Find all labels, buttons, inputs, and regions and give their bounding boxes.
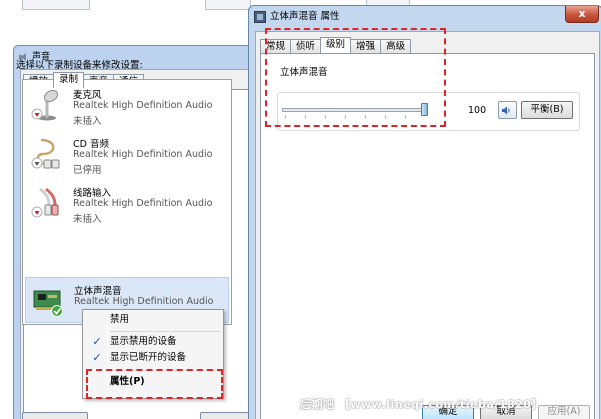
menu-item-show-disconnected[interactable]: ✓ 显示已断开的设备 <box>85 350 221 366</box>
recording-instruction: 选择以下录制设备来修改设置: <box>16 60 143 71</box>
levels-highlight-box <box>265 28 446 127</box>
properties-highlight-box <box>86 369 223 399</box>
device-status: 已停用 <box>73 165 102 176</box>
device-microphone[interactable]: 麦克风 Realtek High Definition Audio 未插入 <box>25 82 229 128</box>
watermark: 后期吧 【www.lineqi.com/tieba/1820】 <box>300 398 543 411</box>
device-status: 未插入 <box>73 116 102 127</box>
device-driver: Realtek High Definition Audio <box>73 198 213 209</box>
mute-button[interactable] <box>498 101 517 119</box>
menu-item-show-disabled[interactable]: ✓ 显示禁用的设备 <box>85 334 221 350</box>
device-cd-audio[interactable]: CD 音频 Realtek High Definition Audio 已停用 <box>25 131 229 177</box>
device-name: 线路输入 <box>73 188 112 199</box>
tab-recording[interactable]: 录制 <box>53 72 85 88</box>
dialog-icon <box>254 11 266 23</box>
tab-levels[interactable]: 级别 <box>320 37 352 53</box>
device-line-in[interactable]: 线路输入 Realtek High Definition Audio 未插入 <box>25 180 229 226</box>
close-button[interactable]: x <box>565 6 599 23</box>
properties-title: 立体声混音 属性 <box>270 11 340 22</box>
menu-item-label: 显示禁用的设备 <box>110 336 177 347</box>
sound-card-icon <box>33 290 63 317</box>
menu-item-label: 显示已断开的设备 <box>110 352 187 363</box>
device-name: 立体声混音 <box>74 286 122 297</box>
device-driver: Realtek High Definition Audio <box>73 100 213 111</box>
checkmark-icon: ✓ <box>92 351 102 364</box>
background-cell <box>205 0 251 10</box>
device-status: 未插入 <box>73 214 102 225</box>
device-driver: Realtek High Definition Audio <box>73 149 213 160</box>
recording-device-list[interactable]: 麦克风 Realtek High Definition Audio 未插入 CD… <box>22 79 232 325</box>
speaker-icon <box>502 106 510 115</box>
device-name: CD 音频 <box>73 139 109 150</box>
microphone-icon <box>31 89 59 121</box>
menu-item-disable[interactable]: 禁用 <box>85 312 221 328</box>
menu-item-label: 禁用 <box>110 314 130 325</box>
balance-button[interactable]: 平衡(B) <box>521 101 573 119</box>
background-cell <box>22 0 90 10</box>
checkmark-icon: ✓ <box>92 335 102 348</box>
device-driver: Realtek High Definition Audio <box>74 296 214 307</box>
line-in-cable-icon <box>31 187 59 218</box>
device-name: 麦克风 <box>73 90 102 101</box>
configure-button[interactable] <box>22 412 88 419</box>
cd-audio-cable-icon <box>31 138 60 169</box>
level-value: 100 <box>468 105 487 116</box>
properties-titlebar: 立体声混音 属性 <box>254 9 340 25</box>
menu-separator <box>110 331 220 332</box>
apply-button[interactable]: 应用(A) <box>538 405 590 419</box>
